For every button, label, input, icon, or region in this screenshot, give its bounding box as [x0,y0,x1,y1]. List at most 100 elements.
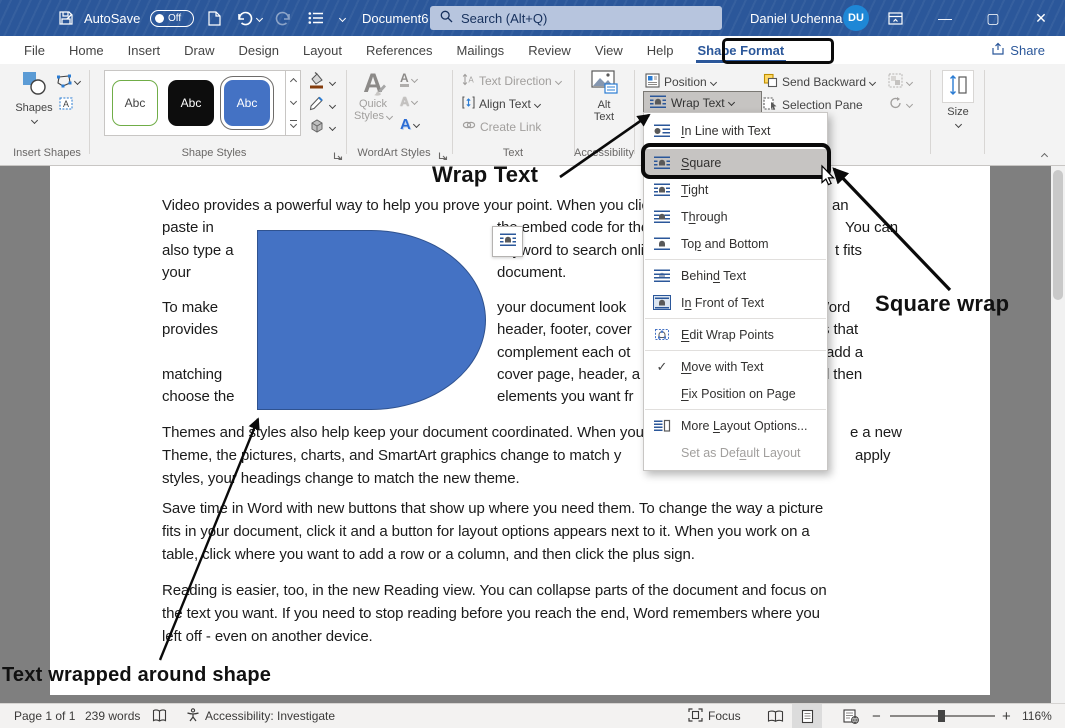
shape-effects-button[interactable] [308,118,335,137]
gallery-scroll[interactable] [286,70,301,136]
tab-home[interactable]: Home [57,36,116,64]
toggle-knob [155,14,164,23]
gallery-more-icon[interactable] [290,120,297,127]
shape-style-thumb-3-selected[interactable]: Abc [224,80,270,126]
text-effects-button[interactable]: A [400,117,419,132]
menu-item-move-with-text[interactable]: ✓Move with Text [644,353,827,380]
save-icon[interactable] [58,8,74,28]
minimize-button[interactable]: — [928,0,962,36]
collapse-ribbon-icon[interactable] [1042,146,1047,164]
align-text-button[interactable]: Align Text [462,96,540,112]
quick-styles-label-2: Styles [354,110,384,122]
zoom-level[interactable]: 116% [1022,704,1052,728]
text-box-button[interactable]: A [58,96,74,111]
gallery-up-icon[interactable] [289,78,296,85]
create-link-icon [462,119,476,134]
menu-item-square[interactable]: Square [644,149,827,176]
shape-style-thumb-2[interactable]: Abc [168,80,214,126]
ribbon-display-options-icon[interactable] [878,0,912,36]
tab-view[interactable]: View [583,36,635,64]
tab-insert[interactable]: Insert [116,36,173,64]
align-text-icon [462,96,475,112]
text-direction-icon: A [462,73,475,89]
position-icon [645,73,660,91]
tab-file[interactable]: File [12,36,57,64]
zoom-slider[interactable] [890,704,995,728]
shape-fill-button[interactable] [308,72,335,92]
position-button[interactable]: Position [645,73,716,91]
word-count[interactable]: 239 words [85,704,140,728]
tab-review[interactable]: Review [516,36,583,64]
zoom-slider-thumb[interactable] [938,710,945,722]
send-backward-button[interactable]: Send Backward [763,73,875,91]
document-text-line: apply [855,447,890,464]
avatar[interactable]: DU [843,5,869,31]
web-layout-button[interactable] [836,704,866,728]
drawn-shape[interactable] [257,230,486,410]
autosave-toggle[interactable]: Off [150,8,194,28]
size-button[interactable]: Size [938,70,978,127]
zoom-in-button[interactable]: + [1002,704,1011,728]
menu-item-set-as-default-layout[interactable]: Set as Default Layout [644,439,827,466]
bullet-list-icon[interactable] [308,8,324,28]
menu-item-behind-text[interactable]: Behind Text [644,262,827,289]
zoom-out-button[interactable]: − [872,704,881,728]
new-file-icon[interactable] [208,8,221,28]
alt-text-button[interactable]: Alt Text [582,70,626,123]
menu-item-in-line-with-text[interactable]: In Line with Text [644,117,827,144]
menu-item-more-layout-options[interactable]: More Layout Options... [644,412,827,439]
accessibility-status[interactable]: Accessibility: Investigate [186,704,335,728]
document-text-line: matching [162,366,222,383]
read-mode-button[interactable] [760,704,790,728]
shapes-button[interactable]: Shapes [12,70,56,123]
menu-item-fix-position-on-page[interactable]: Fix Position on Page [644,380,827,407]
menu-item-in-front-of-text[interactable]: In Front of Text [644,289,827,316]
close-button[interactable]: ✕ [1024,0,1058,36]
shape-style-thumb-1[interactable]: Abc [112,80,158,126]
shape-styles-dialog-launcher-icon[interactable] [333,148,343,166]
focus-button[interactable]: Focus [688,704,741,728]
menu-item-through[interactable]: Through [644,203,827,230]
document-page[interactable]: Video provides a powerful way to help yo… [50,166,990,695]
menu-item-top-and-bottom[interactable]: Top and Bottom [644,230,827,257]
proofing-icon[interactable] [152,704,167,728]
layout-options-button[interactable] [492,226,523,257]
page-indicator[interactable]: Page 1 of 1 [14,704,75,728]
document-text-line: choose the [162,388,234,405]
search-input[interactable]: Search (Alt+Q) [430,6,722,30]
print-layout-button[interactable] [792,704,822,728]
menu-item-tight[interactable]: Tight [644,176,827,203]
gallery-down-icon[interactable] [289,98,296,105]
text-fill-button: A [400,72,417,87]
document-text-line: styles, your headings change to match th… [162,470,520,487]
svg-text:A: A [468,76,474,85]
tab-draw[interactable]: Draw [172,36,226,64]
document-text-line: To make [162,299,218,316]
layout-options-wrap-icon [499,232,517,252]
tab-design[interactable]: Design [227,36,291,64]
user-name[interactable]: Daniel Uchenna [750,8,843,28]
tab-layout[interactable]: Layout [291,36,354,64]
qat-more-chevron-icon[interactable] [340,8,345,28]
tab-help[interactable]: Help [635,36,686,64]
wrap-tight-icon [652,182,672,197]
maximize-button[interactable]: ▢ [976,0,1010,36]
menu-item-edit-wrap-points[interactable]: Edit Wrap Points [644,321,827,348]
align-text-label: Align Text [479,97,531,111]
shape-outline-button[interactable] [308,95,335,115]
share-button[interactable]: Share [983,39,1053,61]
tab-references[interactable]: References [354,36,444,64]
wrap-text-label: Wrap Text [671,96,725,110]
tab-shape-format[interactable]: Shape Format [686,36,797,64]
wrap-text-button[interactable]: Wrap Text [643,91,762,114]
group-objects-button [888,73,912,91]
tab-mailings[interactable]: Mailings [445,36,517,64]
menu-item-label: Tight [681,183,708,197]
size-icon [942,70,974,103]
vertical-scrollbar[interactable] [1051,166,1065,703]
scrollbar-thumb[interactable] [1053,170,1063,300]
document-text-line: also type a [162,242,233,259]
edit-shape-button[interactable] [56,74,80,88]
undo-button[interactable] [236,8,262,28]
ribbon: Shapes A Insert Shapes AbcAbcAbc Shap [0,64,1065,166]
